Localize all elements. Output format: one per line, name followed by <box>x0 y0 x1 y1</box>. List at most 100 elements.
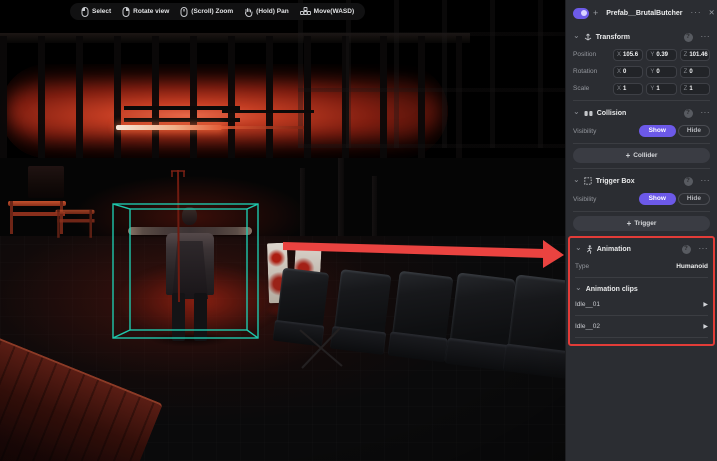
add-icon[interactable]: + <box>593 9 598 18</box>
rotation-z-field[interactable]: Z 0 <box>680 66 710 78</box>
position-y-field[interactable]: Y 0.39 <box>646 49 676 61</box>
collapse-caret-icon[interactable]: ⌄ <box>575 284 582 292</box>
glowing-strip <box>116 125 222 130</box>
tool-pan[interactable]: (Hold) Pan <box>244 7 289 17</box>
info-icon[interactable]: ? <box>682 245 691 254</box>
axis-label: Y <box>650 86 654 92</box>
crate <box>28 166 64 198</box>
animation-clip-row[interactable]: Idle__02 ▶ <box>575 319 708 334</box>
prefab-toggle-chip[interactable] <box>573 8 589 19</box>
info-icon[interactable]: ? <box>684 33 693 42</box>
panel-close-icon[interactable]: ✕ <box>709 9 715 17</box>
panel-header: + Prefab__BrutalButcher ··· ✕ <box>566 0 717 26</box>
character-head <box>182 207 197 225</box>
add-collider-button[interactable]: + Collider <box>573 148 710 163</box>
section-title: Trigger Box <box>596 178 635 185</box>
collision-show-button[interactable]: Show <box>639 125 676 137</box>
info-icon[interactable]: ? <box>684 109 693 118</box>
section-more-icon[interactable]: ··· <box>701 109 711 117</box>
scene-viewport[interactable]: Select Rotate view (Scroll) Zoom <box>0 0 565 461</box>
tool-rotate-view[interactable]: Rotate view <box>122 7 169 17</box>
axis-label: Y <box>650 69 654 75</box>
position-x-field[interactable]: X 105.6 <box>613 49 643 61</box>
axis-label: Y <box>650 52 654 58</box>
info-icon[interactable]: ? <box>684 177 693 186</box>
position-z-field[interactable]: Z 101.46 <box>680 49 710 61</box>
mouse-right-click-icon <box>122 7 130 17</box>
rotation-x-field[interactable]: X 0 <box>613 66 643 78</box>
tool-label: Rotate view <box>133 8 169 15</box>
axis-label: X <box>617 69 621 75</box>
axis-label: Z <box>684 86 688 92</box>
button-label: Collider <box>633 152 657 159</box>
divider <box>575 277 708 278</box>
hand-icon <box>244 7 253 17</box>
field-value: 1 <box>689 86 692 92</box>
character-shadow <box>148 331 232 347</box>
scale-z-field[interactable]: Z 1 <box>680 83 710 95</box>
animation-clip-row[interactable]: Idle__01 ▶ <box>575 297 708 312</box>
tool-label: Move(WASD) <box>314 8 354 15</box>
trigger-box-icon <box>584 177 592 185</box>
divider <box>573 143 710 144</box>
section-title: Collision <box>597 110 627 117</box>
character-leg <box>172 293 185 341</box>
scale-x-field[interactable]: X 1 <box>613 83 643 95</box>
collapse-caret-icon[interactable]: ⌄ <box>575 244 582 252</box>
glowing-strip-fade <box>222 126 304 129</box>
metal-rail <box>124 118 240 122</box>
axis-label: Z <box>684 52 688 58</box>
field-value: 1 <box>623 86 626 92</box>
leather-seat <box>331 269 392 363</box>
section-more-icon[interactable]: ··· <box>701 177 711 185</box>
trigger-box-section: ⌄ Trigger Box ? ··· Visibility Show Hide <box>573 172 710 231</box>
play-icon[interactable]: ▶ <box>703 302 708 308</box>
character-leg <box>194 293 207 341</box>
rotation-y-field[interactable]: Y 0 <box>646 66 676 78</box>
collapse-caret-icon[interactable]: ⌄ <box>573 176 580 184</box>
divider <box>573 211 710 212</box>
collapse-caret-icon[interactable]: ⌄ <box>573 32 580 40</box>
trigger-hide-button[interactable]: Hide <box>678 193 710 206</box>
divider <box>573 168 710 169</box>
section-more-icon[interactable]: ··· <box>699 245 709 253</box>
animation-runner-icon <box>586 245 593 254</box>
add-trigger-button[interactable]: + Trigger <box>573 216 710 231</box>
plus-icon: + <box>626 152 631 160</box>
panel-more-icon[interactable]: ··· <box>691 9 702 17</box>
field-value: 1 <box>656 86 659 92</box>
collision-section: ⌄ Collision ? ··· Visibility Show Hide <box>573 104 710 169</box>
tool-zoom[interactable]: (Scroll) Zoom <box>180 7 233 17</box>
butcher-character[interactable] <box>128 205 252 345</box>
barricade <box>55 205 94 233</box>
trigger-visibility-row: Visibility Show Hide <box>573 190 710 208</box>
character-apron <box>172 241 208 299</box>
type-value[interactable]: Humanoid <box>676 263 708 270</box>
trigger-show-button[interactable]: Show <box>639 193 676 205</box>
inspector-panel: + Prefab__BrutalButcher ··· ✕ ⌄ Transfor… <box>565 0 717 461</box>
animation-clips-header: ⌄ Animation clips <box>575 281 708 297</box>
section-more-icon[interactable]: ··· <box>701 33 711 41</box>
mouse-left-click-icon <box>81 7 89 17</box>
play-icon[interactable]: ▶ <box>703 324 708 330</box>
background-cage-grid <box>298 0 565 148</box>
tool-move-wasd[interactable]: Move(WASD) <box>300 7 354 16</box>
rotation-row: Rotation X 0 Y 0 Z 0 <box>573 63 710 80</box>
scale-y-field[interactable]: Y 1 <box>646 83 676 95</box>
collapse-caret-icon[interactable]: ⌄ <box>573 108 580 116</box>
divider <box>573 100 710 101</box>
section-title: Animation <box>597 246 631 253</box>
tool-select[interactable]: Select <box>81 7 111 17</box>
axis-label: X <box>617 86 621 92</box>
collision-hide-button[interactable]: Hide <box>678 125 710 138</box>
divider <box>575 337 708 338</box>
field-value: 0 <box>689 69 692 75</box>
scale-row: Scale X 1 Y 1 Z 1 <box>573 80 710 97</box>
section-title: Transform <box>596 34 630 41</box>
tool-label: (Hold) Pan <box>256 8 289 15</box>
editor-window: Select Rotate view (Scroll) Zoom <box>0 0 717 461</box>
collision-visibility-row: Visibility Show Hide <box>573 122 710 140</box>
axis-label: X <box>617 52 621 58</box>
visibility-label: Visibility <box>573 196 635 203</box>
field-value: 0.39 <box>656 52 668 58</box>
